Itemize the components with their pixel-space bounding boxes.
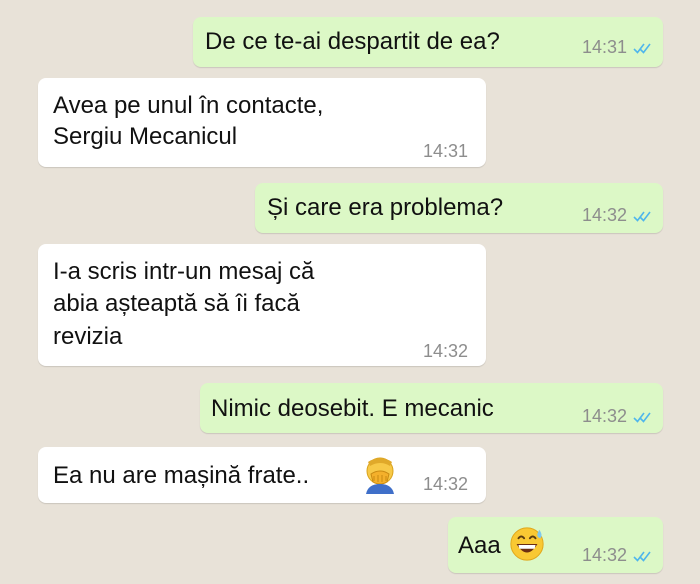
message-meta: 14:32: [423, 469, 468, 500]
message-text: Aaa: [458, 532, 501, 559]
message-bubble-outgoing[interactable]: Nimic deosebit. E mecanic 14:32: [200, 383, 663, 433]
message-bubble-incoming[interactable]: I-a scris intr-un mesaj că abia așteaptă…: [38, 244, 486, 366]
message-time: 14:32: [581, 406, 627, 426]
double-check-icon: [633, 551, 651, 562]
grinning-sweat-emoji: [510, 527, 544, 561]
double-check-icon: [633, 412, 651, 423]
message-meta: 14:32: [582, 401, 653, 432]
message-bubble-outgoing[interactable]: Aaa 14:32: [448, 517, 663, 573]
message-time: 14:32: [581, 205, 627, 225]
message-time: 14:32: [422, 341, 468, 361]
message-time: 14:32: [422, 474, 468, 494]
message-text: Și care era problema?: [267, 194, 504, 221]
message-meta: 14:32: [423, 336, 468, 367]
chat-conversation: De ce te-ai despartit de ea? 14:31 Avea …: [0, 0, 700, 584]
message-text: De ce te-ai despartit de ea?: [205, 28, 500, 55]
message-meta: 14:31: [582, 32, 653, 63]
message-bubble-outgoing[interactable]: Și care era problema? 14:32: [255, 183, 663, 233]
message-text-line: Avea pe unul în contacte,: [53, 92, 324, 119]
message-bubble-outgoing[interactable]: De ce te-ai despartit de ea? 14:31: [193, 17, 663, 67]
message-text: Nimic deosebit. E mecanic: [211, 395, 494, 422]
message-bubble-incoming[interactable]: Ea nu are mașină frate.. 14:32: [38, 447, 486, 503]
message-bubble-incoming[interactable]: Avea pe unul în contacte, Sergiu Mecanic…: [38, 78, 486, 167]
message-text-line: I-a scris intr-un mesaj că: [53, 258, 315, 285]
message-text-line: revizia: [53, 323, 123, 350]
message-text-line: abia așteaptă să îi facă: [53, 290, 300, 317]
message-meta: 14:31: [423, 136, 468, 167]
message-time: 14:31: [581, 37, 627, 57]
double-check-icon: [633, 211, 651, 222]
message-time: 14:31: [422, 141, 468, 161]
double-check-icon: [633, 43, 651, 54]
message-time: 14:32: [581, 545, 627, 565]
message-text-line: Sergiu Mecanicul: [53, 123, 238, 150]
face-palm-emoji: [366, 457, 394, 494]
message-meta: 14:32: [582, 200, 653, 231]
message-text: Ea nu are mașină frate..: [53, 462, 310, 489]
message-meta: 14:32: [582, 540, 653, 571]
